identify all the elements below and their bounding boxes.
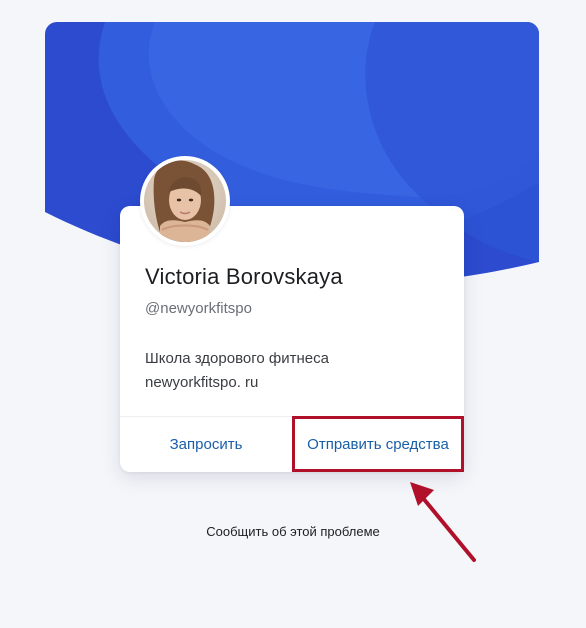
request-button[interactable]: Запросить xyxy=(120,416,292,472)
red-arrow-icon xyxy=(410,482,476,562)
avatar xyxy=(140,156,230,246)
bio-website-link[interactable]: newyorkfitspo. ru xyxy=(145,371,329,395)
send-money-button[interactable]: Отправить средства xyxy=(292,416,464,472)
report-problem-link[interactable]: Сообщить об этой проблеме xyxy=(0,524,586,539)
profile-photo-icon xyxy=(144,160,226,242)
profile-page: Victoria Borovskaya @newyorkfitspo Школа… xyxy=(0,0,586,628)
profile-name: Victoria Borovskaya xyxy=(145,264,343,289)
bio-line: Школа здорового фитнеса xyxy=(145,350,329,367)
profile-bio: Школа здорового фитнеса newyorkfitspo. r… xyxy=(145,347,329,395)
profile-handle: @newyorkfitspo xyxy=(145,300,252,317)
